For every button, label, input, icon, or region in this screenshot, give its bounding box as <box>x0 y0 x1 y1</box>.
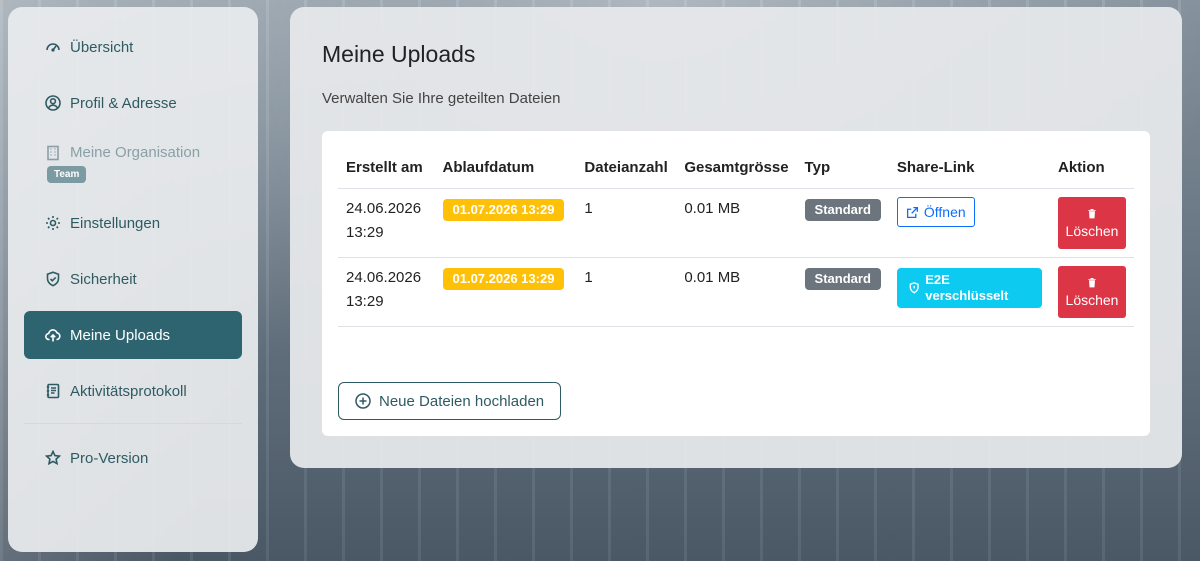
team-badge: Team <box>47 165 87 183</box>
sidebar-item-label: Meine Uploads <box>70 326 171 344</box>
sidebar-item-aktivitaet[interactable]: Aktivitätsprotokoll <box>24 367 242 415</box>
person-circle-icon <box>44 94 62 112</box>
column-header: Ablaufdatum <box>434 147 577 189</box>
sidebar-item-pro[interactable]: Pro-Version <box>24 434 242 482</box>
sidebar-item-label: Meine Organisation <box>70 144 201 161</box>
sidebar-item-profil[interactable]: Profil & Adresse <box>24 79 242 127</box>
file-count-cell: 1 <box>576 257 677 327</box>
sidebar-divider <box>24 423 242 424</box>
sidebar-item-einstellungen[interactable]: Einstellungen <box>24 199 242 247</box>
upload-new-files-button[interactable]: Neue Dateien hochladen <box>338 382 562 420</box>
cloud-upload-icon <box>44 326 62 344</box>
size-cell: 0.01 MB <box>676 257 797 327</box>
column-header: Aktion <box>1050 147 1134 189</box>
delete-button[interactable]: Löschen <box>1058 266 1126 318</box>
delete-label: Löschen <box>1065 291 1119 308</box>
trash-icon <box>1088 277 1096 287</box>
expiry-badge: 01.07.2026 13:29 <box>442 199 565 221</box>
created-cell: 24.06.2026 13:29 <box>338 257 435 327</box>
created-date: 24.06.2026 <box>346 269 422 286</box>
shield-icon <box>909 282 919 294</box>
action-cell: Löschen <box>1050 188 1134 258</box>
file-count-cell: 1 <box>576 188 677 258</box>
sidebar-item-label: Einstellungen <box>70 214 161 232</box>
column-header: Typ <box>796 147 889 189</box>
e2e-label: E2E verschlüsselt <box>925 272 1009 303</box>
upload-label: Neue Dateien hochladen <box>379 392 545 410</box>
column-header: Erstellt am <box>338 147 435 189</box>
open-share-link-button[interactable]: Öffnen <box>896 197 975 227</box>
page-title: Meine Uploads <box>322 41 476 67</box>
speedometer-icon <box>44 38 62 56</box>
sidebar-item-uebersicht[interactable]: Übersicht <box>24 23 242 71</box>
column-header: Dateianzahl <box>576 147 677 189</box>
trash-icon <box>1088 208 1096 218</box>
column-header: Share-Link <box>888 147 1050 189</box>
table-header-row: Erstellt am Ablaufdatum Dateianzahl Gesa… <box>338 147 1134 189</box>
delete-label: Löschen <box>1065 222 1119 239</box>
external-link-icon <box>906 206 918 218</box>
page-subtitle: Verwalten Sie Ihre geteilten Dateien <box>322 90 561 107</box>
plus-circle-icon <box>355 393 371 409</box>
main-panel: Meine Uploads Verwalten Sie Ihre geteilt… <box>290 7 1182 468</box>
type-cell: Standard <box>796 257 889 327</box>
uploads-table: Erstellt am Ablaufdatum Dateianzahl Gesa… <box>338 147 1134 327</box>
expiry-cell: 01.07.2026 13:29 <box>434 257 577 327</box>
e2e-encrypted-badge: E2E verschlüsselt <box>896 268 1042 308</box>
sidebar-item-label: Pro-Version <box>70 449 149 467</box>
building-icon <box>44 144 62 162</box>
sidebar-item-organisation: Meine Organisation Team <box>24 135 242 191</box>
action-cell: Löschen <box>1050 257 1134 327</box>
created-date: 24.06.2026 <box>346 200 422 217</box>
created-cell: 24.06.2026 13:29 <box>338 188 435 258</box>
sidebar-item-uploads[interactable]: Meine Uploads <box>24 311 242 359</box>
sidebar-item-label: Übersicht <box>70 38 134 56</box>
star-icon <box>44 449 62 467</box>
type-badge: Standard <box>804 268 881 290</box>
column-header: Gesamtgrösse <box>676 147 797 189</box>
expiry-badge: 01.07.2026 13:29 <box>442 268 565 290</box>
created-time: 13:29 <box>346 224 384 241</box>
sidebar-item-sicherheit[interactable]: Sicherheit <box>24 255 242 303</box>
table-row: 24.06.2026 13:29 01.07.2026 13:29 1 0.01… <box>338 188 1134 258</box>
sidebar-item-label: Profil & Adresse <box>70 94 177 112</box>
type-badge: Standard <box>804 199 881 221</box>
size-cell: 0.01 MB <box>676 188 797 258</box>
uploads-table-card: Erstellt am Ablaufdatum Dateianzahl Gesa… <box>322 131 1150 436</box>
share-cell: Öffnen <box>888 188 1050 258</box>
share-cell: E2E verschlüsselt <box>888 257 1050 327</box>
delete-button[interactable]: Löschen <box>1058 197 1126 249</box>
sidebar-item-label: Aktivitätsprotokoll <box>70 382 187 400</box>
gear-icon <box>44 214 62 232</box>
table-row: 24.06.2026 13:29 01.07.2026 13:29 1 0.01… <box>338 257 1134 327</box>
expiry-cell: 01.07.2026 13:29 <box>434 188 577 258</box>
sidebar: Übersicht Profil & Adresse Meine Organis… <box>8 7 258 552</box>
shield-check-icon <box>44 270 62 288</box>
created-time: 13:29 <box>346 293 384 310</box>
type-cell: Standard <box>796 188 889 258</box>
open-label: Öffnen <box>923 204 966 220</box>
sidebar-item-label: Sicherheit <box>70 270 137 288</box>
journal-text-icon <box>44 382 62 400</box>
